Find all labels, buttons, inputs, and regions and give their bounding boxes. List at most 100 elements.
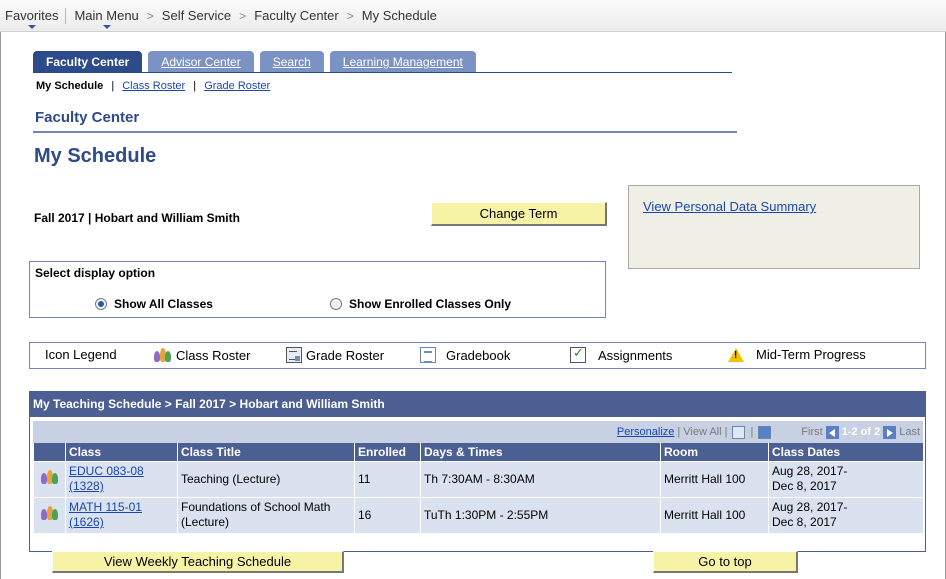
subnav-grade-roster-link[interactable]: Grade Roster [204,80,270,92]
legend-gradebook: Gradebook [420,347,510,363]
column-header-class-dates: Class Dates [768,443,923,461]
class-dates-end: Dec 8, 2017 [772,515,837,530]
legend-assignments: Assignments [570,345,673,363]
section-rule [33,131,737,133]
legend-mid-term-progress: ! Mid-Term Progress [728,347,866,362]
column-header-days-times: Days & Times [420,443,661,461]
breadcrumb-divider [65,7,67,24]
subnav-separator: | [111,80,115,92]
display-option-box: Select display option Show All Classes S… [29,261,606,318]
warning-icon: ! [728,347,756,362]
zoom-icon[interactable] [732,425,746,439]
table-row: EDUC 083-08 (1328) Teaching (Lecture) 11 … [33,460,923,497]
class-cell: EDUC 083-08 (1328) [65,460,178,497]
class-code: MATH 115-01 [69,500,142,515]
column-header-class-title: Class Title [177,443,355,461]
breadcrumb-self-service[interactable]: Self Service [162,8,231,23]
room-cell: Merritt Hall 100 [660,460,769,497]
go-to-top-button[interactable]: Go to top [653,551,798,573]
column-header-enrolled: Enrolled [354,443,421,461]
tab-learning-management-label: Learning Management [342,54,463,69]
legend-title: Icon Legend [45,347,117,362]
download-grid-icon[interactable] [758,425,772,439]
tab-faculty-center[interactable]: Faculty Center [33,51,143,72]
class-code: EDUC 083-08 [69,464,144,478]
next-page-icon[interactable] [883,425,897,439]
class-dates-cell: Aug 28, 2017- Dec 8, 2017 [768,496,923,533]
change-term-button[interactable]: Change Term [431,202,607,226]
view-personal-data-summary-link[interactable]: View Personal Data Summary [643,199,816,214]
legend-class-roster-label: Class Roster [176,347,251,363]
show-all-classes-radio[interactable]: Show All Classes [95,297,213,311]
tab-advisor-center[interactable]: Advisor Center [148,51,254,72]
column-header-icon [33,443,66,461]
class-cell: MATH 115-01 (1626) [65,496,178,533]
last-link[interactable]: Last [899,426,920,438]
days-times-cell: TuTh 1:30PM - 2:55PM [420,496,661,533]
legend-grade-roster: Grade Roster [286,347,384,363]
class-title-cell: Foundations of School Math (Lecture) [177,496,355,533]
class-link[interactable]: EDUC 083-08 (1328) [69,464,144,493]
roster-cell [33,460,66,497]
class-roster-icon[interactable] [40,469,59,485]
tab-search[interactable]: Search [259,51,324,72]
class-roster-icon [154,347,172,363]
show-all-classes-label: Show All Classes [114,297,213,311]
table-header-row: Class Class Title Enrolled Days & Times … [33,443,923,461]
tab-underline [33,72,732,73]
breadcrumb-faculty-center[interactable]: Faculty Center [254,8,339,23]
grid-navigation: Personalize | View All | | First 1-2 of … [33,421,923,443]
subnav-my-schedule: My Schedule [36,80,104,92]
view-all-link[interactable]: View All [683,426,721,438]
view-weekly-teaching-schedule-button[interactable]: View Weekly Teaching Schedule [52,551,344,573]
enrolled-cell: 11 [354,460,421,497]
tab-learning-management[interactable]: Learning Management [329,51,476,72]
radio-selected-icon [95,298,107,310]
legend-assignments-label: Assignments [598,347,673,363]
schedule-grid: Personalize | View All | | First 1-2 of … [33,421,923,533]
tab-search-label: Search [272,54,311,69]
term-label: Fall 2017 | Hobart and William Smith [34,211,240,225]
class-number: (1328) [69,479,104,493]
previous-page-icon[interactable] [825,425,839,439]
section-title: Faculty Center [35,109,140,126]
legend-grade-roster-label: Grade Roster [306,347,385,363]
room-cell: Merritt Hall 100 [660,496,769,533]
subnav-separator: | [193,80,197,92]
class-dates-start: Aug 28, 2017- [772,464,848,478]
main-menu[interactable]: Main Menu [74,8,139,29]
breadcrumb-my-schedule[interactable]: My Schedule [362,8,437,23]
legend-gradebook-label: Gradebook [446,347,511,363]
icon-legend: Icon Legend Class Roster Grade Roster Gr… [29,342,926,369]
column-header-class: Class [65,443,178,461]
breadcrumb: Favorites Main Menu > Self Service > Fac… [0,0,946,32]
page-title: My Schedule [34,145,157,167]
class-title-cell: Teaching (Lecture) [177,460,355,497]
personalize-link[interactable]: Personalize [617,426,674,438]
breadcrumb-separator: > [346,8,354,23]
first-link[interactable]: First [801,426,822,438]
schedule-table: Class Class Title Enrolled Days & Times … [33,443,923,533]
legend-mid-term-progress-label: Mid-Term Progress [756,347,866,362]
roster-cell [33,496,66,533]
gradebook-icon [420,347,436,363]
show-enrolled-classes-label: Show Enrolled Classes Only [349,297,512,311]
subnav-class-roster-link[interactable]: Class Roster [122,80,185,92]
tab-advisor-center-label: Advisor Center [161,54,241,69]
favorites-menu[interactable]: Favorites [5,8,58,29]
legend-class-roster: Class Roster [154,347,250,363]
page-range: 1-2 of 2 [841,426,881,438]
class-roster-icon[interactable] [40,505,59,521]
schedule-grid-title: My Teaching Schedule > Fall 2017 > Hobar… [29,391,926,417]
enrolled-cell: 16 [354,496,421,533]
radio-unselected-icon [330,298,342,310]
days-times-cell: Th 7:30AM - 8:30AM [420,460,661,497]
class-dates-end: Dec 8, 2017 [772,479,837,493]
personal-data-box: View Personal Data Summary [628,185,920,269]
table-row: MATH 115-01 (1626) Foundations of School … [33,496,923,533]
assignments-icon [570,345,586,363]
breadcrumb-separator: > [239,8,247,23]
show-enrolled-classes-radio[interactable]: Show Enrolled Classes Only [330,297,511,311]
grade-roster-icon [286,347,302,363]
class-link[interactable]: MATH 115-01 (1626) [69,500,142,529]
